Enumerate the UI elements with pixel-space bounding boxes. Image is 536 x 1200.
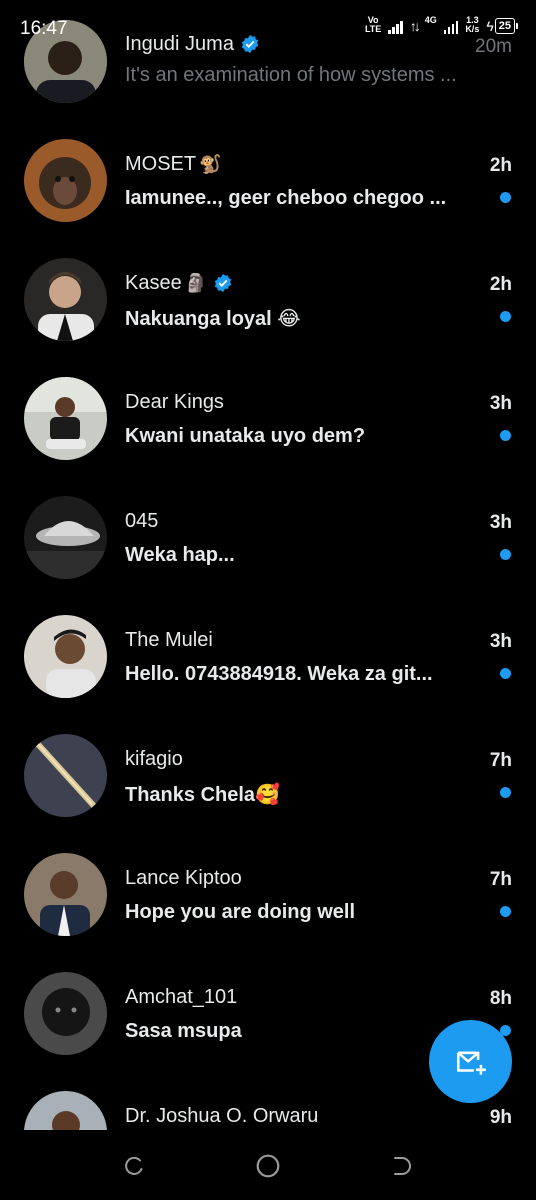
back-button[interactable]: [388, 1152, 416, 1180]
battery-icon: ϟ 25: [486, 18, 518, 34]
name-emoji: 🐒: [199, 153, 222, 174]
conversation-row[interactable]: Kasee 🗿 2h Nakuanga loyal 😂: [0, 234, 536, 353]
conversation-row[interactable]: Lance Kiptoo 7h Hope you are doing well: [0, 829, 536, 948]
new-message-button[interactable]: [429, 1020, 512, 1103]
avatar: [24, 853, 107, 936]
home-icon: [256, 1154, 280, 1178]
signal-icon: [388, 20, 403, 34]
charging-icon: ϟ: [486, 18, 494, 34]
home-button[interactable]: [254, 1152, 282, 1180]
status-time: 16:47: [20, 18, 68, 39]
conversation-row[interactable]: Dear Kings 3h Kwani unataka uyo dem?: [0, 353, 536, 472]
avatar: [24, 734, 107, 817]
back-icon: [394, 1157, 411, 1175]
unread-dot: [500, 906, 511, 917]
unread-dot: [500, 787, 511, 798]
conversation-time: 7h: [489, 869, 512, 890]
recent-apps-button[interactable]: [120, 1152, 148, 1180]
conversation-row[interactable]: 045 3h Weka hap...: [0, 472, 536, 591]
conversation-row[interactable]: kifagio 7h Thanks Chela🥰: [0, 710, 536, 829]
conversation-name: Kasee: [125, 271, 182, 294]
system-nav-bar: [0, 1130, 536, 1200]
unread-dot: [500, 668, 511, 679]
avatar: [24, 972, 107, 1055]
conversation-name: Dr. Joshua O. Orwaru: [125, 1104, 319, 1127]
conversation-name: MOSET: [125, 152, 197, 175]
conversation-time: 2h: [489, 274, 512, 295]
conversation-time: 3h: [489, 393, 512, 414]
conversation-name: Lance Kiptoo: [125, 866, 242, 889]
avatar: [24, 496, 107, 579]
avatar: [24, 258, 107, 341]
network-speed: 1.3 K/s: [465, 15, 480, 34]
status-icons: Vo LTE ↑↓ 4G 1.3 K/s ϟ 25: [365, 16, 518, 34]
conversation-row[interactable]: The Mulei 3h Hello. 0743884918. Weka za …: [0, 591, 536, 710]
conversation-name: Amchat_101: [125, 985, 238, 1008]
conversation-name: 045: [125, 509, 159, 532]
volte-indicator: Vo LTE: [364, 15, 382, 34]
unread-dot: [500, 192, 511, 203]
conversation-time: 8h: [489, 988, 512, 1009]
unread-dot: [500, 430, 511, 441]
conversation-preview: Kwani unataka uyo dem?: [125, 425, 366, 447]
avatar: [24, 139, 107, 222]
conversation-preview: Nakuanga loyal 😂: [125, 308, 301, 330]
data-transfer-icon: ↑↓: [409, 18, 421, 34]
conversation-time: 3h: [489, 631, 512, 652]
avatar: [24, 377, 107, 460]
network-type: 4G: [424, 15, 437, 25]
conversation-preview: Iamunee.., geer cheboo chegoo ...: [125, 187, 447, 209]
new-message-icon: [456, 1051, 486, 1075]
conversation-preview: Hope you are doing well: [125, 901, 356, 923]
conversation-time: 7h: [489, 750, 512, 771]
conversation-name: The Mulei: [125, 628, 213, 651]
conversation-preview: Sasa msupa: [125, 1020, 242, 1042]
conversation-time: 9h: [489, 1107, 512, 1128]
conversation-preview: Hello. 0743884918. Weka za git...: [125, 663, 433, 685]
unread-dot: [500, 311, 511, 322]
conversation-name: kifagio: [125, 747, 183, 770]
conversation-name: Dear Kings: [125, 390, 224, 413]
signal-2-icon: [443, 20, 459, 34]
conversation-time: 2h: [489, 155, 512, 176]
conversation-preview: Thanks Chela🥰: [125, 784, 280, 806]
conversation-preview: Weka hap...: [125, 544, 235, 566]
conversation-time: 3h: [489, 512, 512, 533]
avatar: [24, 615, 107, 698]
name-emoji: 🗿: [184, 272, 208, 293]
status-bar: 16:47 Vo LTE ↑↓ 4G 1.3 K/s ϟ 25: [0, 0, 536, 40]
verified-badge-icon: [214, 273, 232, 293]
conversation-preview: It's an examination of how systems ...: [125, 64, 457, 86]
recent-apps-icon: [125, 1156, 143, 1175]
unread-dot: [500, 549, 511, 560]
conversation-row[interactable]: MOSET 🐒 2h Iamunee.., geer cheboo chegoo…: [0, 115, 536, 234]
